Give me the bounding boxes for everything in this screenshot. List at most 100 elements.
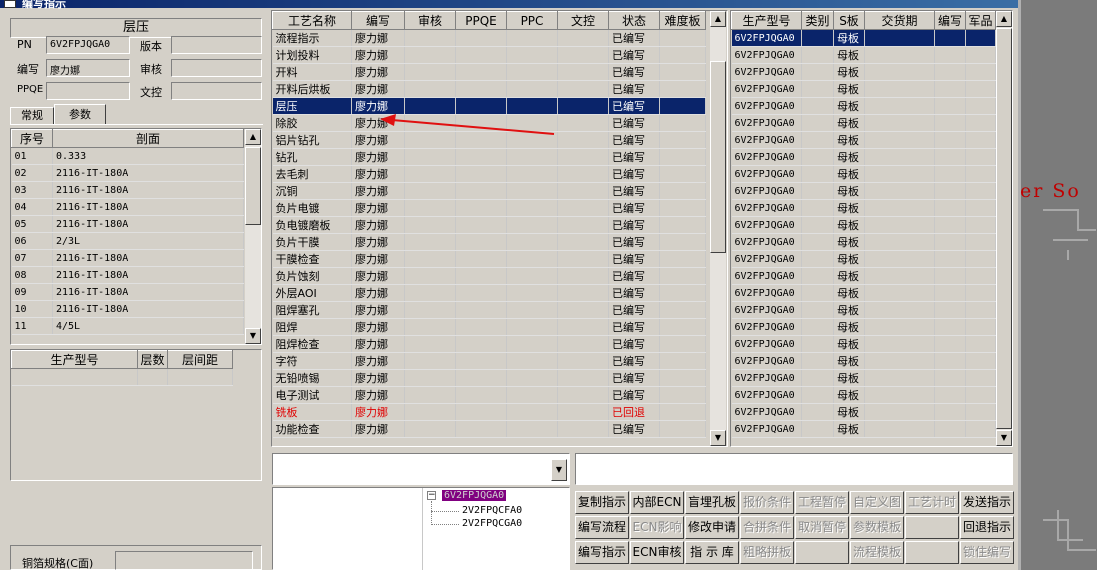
- table-row[interactable]: 开料后烘板 廖力娜 已编写: [272, 80, 706, 98]
- action-button[interactable]: 复制指示: [575, 491, 629, 514]
- table-row[interactable]: 6V2FPJQGA0 母板: [731, 216, 996, 234]
- table-row[interactable]: 开料 廖力娜 已编写: [272, 63, 706, 81]
- tab-general[interactable]: 常规: [10, 107, 54, 124]
- table-row[interactable]: 6V2FPJQGA0 母板: [731, 284, 996, 302]
- action-button[interactable]: 编写流程: [575, 516, 629, 539]
- action-button[interactable]: 盲埋孔板: [685, 491, 739, 514]
- process-header[interactable]: 文控: [557, 11, 609, 30]
- table-row[interactable]: 钻孔 廖力娜 已编写: [272, 148, 706, 166]
- table-row[interactable]: 6V2FPJQGA0 母板: [731, 199, 996, 217]
- process-header[interactable]: 审核: [404, 11, 456, 30]
- action-button[interactable]: 工程暂停: [795, 491, 849, 514]
- table-row[interactable]: 6V2FPJQGA0 母板: [731, 335, 996, 353]
- action-button[interactable]: 取消暂停: [795, 516, 849, 539]
- process-header[interactable]: 难度板: [659, 11, 706, 30]
- table-row[interactable]: 沉铜 廖力娜 已编写: [272, 182, 706, 200]
- table-row[interactable]: 6V2FPJQGA0 母板: [731, 301, 996, 319]
- table-row[interactable]: 铣板 廖力娜 已回退: [272, 403, 706, 421]
- table-row[interactable]: 08 2116-IT-180A: [11, 266, 244, 284]
- action-button[interactable]: 修改申请: [685, 516, 739, 539]
- action-button[interactable]: ECN影响: [630, 516, 684, 539]
- model-header-model[interactable]: 生产型号: [11, 350, 138, 369]
- table-row[interactable]: 功能检查 廖力娜 已编写: [272, 420, 706, 438]
- table-row[interactable]: 电子测试 廖力娜 已编写: [272, 386, 706, 404]
- table-row[interactable]: 6V2FPJQGA0 母板: [731, 46, 996, 64]
- scroll-down-icon[interactable]: ▼: [710, 430, 726, 446]
- model-list-header[interactable]: 编写: [934, 11, 966, 30]
- action-button[interactable]: 编写指示: [575, 541, 629, 564]
- version-field[interactable]: [171, 36, 262, 54]
- table-row[interactable]: 04 2116-IT-180A: [11, 198, 244, 216]
- empty-button[interactable]: [795, 541, 849, 564]
- author-field[interactable]: 廖力娜: [46, 59, 130, 77]
- tree-child[interactable]: 2V2FPQCFA0: [462, 505, 522, 516]
- scroll-down-icon[interactable]: ▼: [996, 430, 1012, 446]
- model-list-header[interactable]: S板: [833, 11, 865, 30]
- table-row[interactable]: 外层AOI 廖力娜 已编写: [272, 284, 706, 302]
- table-row[interactable]: 负片蚀刻 廖力娜 已编写: [272, 267, 706, 285]
- table-row[interactable]: 负片干膜 廖力娜 已编写: [272, 233, 706, 251]
- action-button[interactable]: 回退指示: [960, 516, 1014, 539]
- table-row[interactable]: 6V2FPJQGA0 母板: [731, 233, 996, 251]
- table-row[interactable]: 6V2FPJQGA0 母板: [731, 148, 996, 166]
- table-row[interactable]: 阻焊塞孔 廖力娜 已编写: [272, 301, 706, 319]
- model-header-layers[interactable]: 层数: [137, 350, 168, 369]
- layer-scrollbar[interactable]: ▲ ▼: [245, 129, 261, 344]
- scroll-thumb[interactable]: [710, 61, 726, 253]
- action-button[interactable]: 合拼条件: [740, 516, 794, 539]
- model-scrollbar[interactable]: ▲ ▼: [996, 11, 1012, 446]
- scroll-down-icon[interactable]: ▼: [245, 328, 261, 344]
- table-row[interactable]: 09 2116-IT-180A: [11, 283, 244, 301]
- table-row[interactable]: 6V2FPJQGA0 母板: [731, 63, 996, 81]
- process-header[interactable]: PPC: [506, 11, 558, 30]
- note-field[interactable]: [575, 453, 1013, 485]
- table-row[interactable]: 流程指示 廖力娜 已编写: [272, 29, 706, 47]
- review-field[interactable]: [171, 59, 262, 77]
- empty-button[interactable]: [905, 516, 959, 539]
- table-row[interactable]: 6V2FPJQGA0 母板: [731, 131, 996, 149]
- action-button[interactable]: 自定义图: [850, 491, 904, 514]
- table-row[interactable]: 计划投料 廖力娜 已编写: [272, 46, 706, 64]
- layer-header-no[interactable]: 序号: [11, 129, 53, 148]
- table-row[interactable]: 11 4/5L: [11, 317, 244, 335]
- action-button[interactable]: 指 示 库: [685, 541, 739, 564]
- table-row[interactable]: 负片电镀 廖力娜 已编写: [272, 199, 706, 217]
- model-list-header[interactable]: 军品: [965, 11, 996, 30]
- copper-field[interactable]: [115, 551, 253, 570]
- model-list-header[interactable]: 类别: [801, 11, 834, 30]
- model-list-header[interactable]: 生产型号: [731, 11, 802, 30]
- scroll-up-icon[interactable]: ▲: [996, 11, 1012, 27]
- table-row[interactable]: 无铅喷锡 廖力娜 已编写: [272, 369, 706, 387]
- table-row[interactable]: 干膜检查 廖力娜 已编写: [272, 250, 706, 268]
- layer-header-profile[interactable]: 剖面: [52, 129, 244, 148]
- table-row[interactable]: 6V2FPJQGA0 母板: [731, 386, 996, 404]
- table-row[interactable]: 05 2116-IT-180A: [11, 215, 244, 233]
- table-row[interactable]: 02 2116-IT-180A: [11, 164, 244, 182]
- action-button[interactable]: 工艺计时: [905, 491, 959, 514]
- table-row[interactable]: 6V2FPJQGA0 母板: [731, 97, 996, 115]
- model-list-header[interactable]: 交货期: [864, 11, 935, 30]
- empty-button[interactable]: [905, 541, 959, 564]
- table-row[interactable]: 负电镀磨板 廖力娜 已编写: [272, 216, 706, 234]
- action-button[interactable]: 参数模板: [850, 516, 904, 539]
- table-row[interactable]: 6V2FPJQGA0 母板: [731, 80, 996, 98]
- tree-collapse-icon[interactable]: −: [427, 491, 436, 500]
- tree-root[interactable]: 6V2FPJQGA0: [442, 490, 507, 501]
- table-row[interactable]: 6V2FPJQGA0 母板: [731, 182, 996, 200]
- table-row[interactable]: 6V2FPJQGA0 母板: [731, 403, 996, 421]
- table-row[interactable]: 阻焊检查 廖力娜 已编写: [272, 335, 706, 353]
- chevron-down-icon[interactable]: ▼: [551, 459, 567, 481]
- scroll-thumb[interactable]: [996, 28, 1012, 429]
- scroll-thumb[interactable]: [245, 147, 261, 225]
- table-row[interactable]: 阻焊 廖力娜 已编写: [272, 318, 706, 336]
- tree-child[interactable]: 2V2FPQCGA0: [462, 518, 522, 529]
- table-row[interactable]: 10 2116-IT-180A: [11, 300, 244, 318]
- ppqe-field[interactable]: [46, 82, 130, 100]
- table-row[interactable]: 07 2116-IT-180A: [11, 249, 244, 267]
- action-button[interactable]: 内部ECN: [630, 491, 684, 514]
- doc-control-field[interactable]: [171, 82, 262, 100]
- table-row[interactable]: 01 0.333: [11, 147, 244, 165]
- table-row[interactable]: 去毛刺 廖力娜 已编写: [272, 165, 706, 183]
- table-row[interactable]: 03 2116-IT-180A: [11, 181, 244, 199]
- table-row[interactable]: 6V2FPJQGA0 母板: [731, 352, 996, 370]
